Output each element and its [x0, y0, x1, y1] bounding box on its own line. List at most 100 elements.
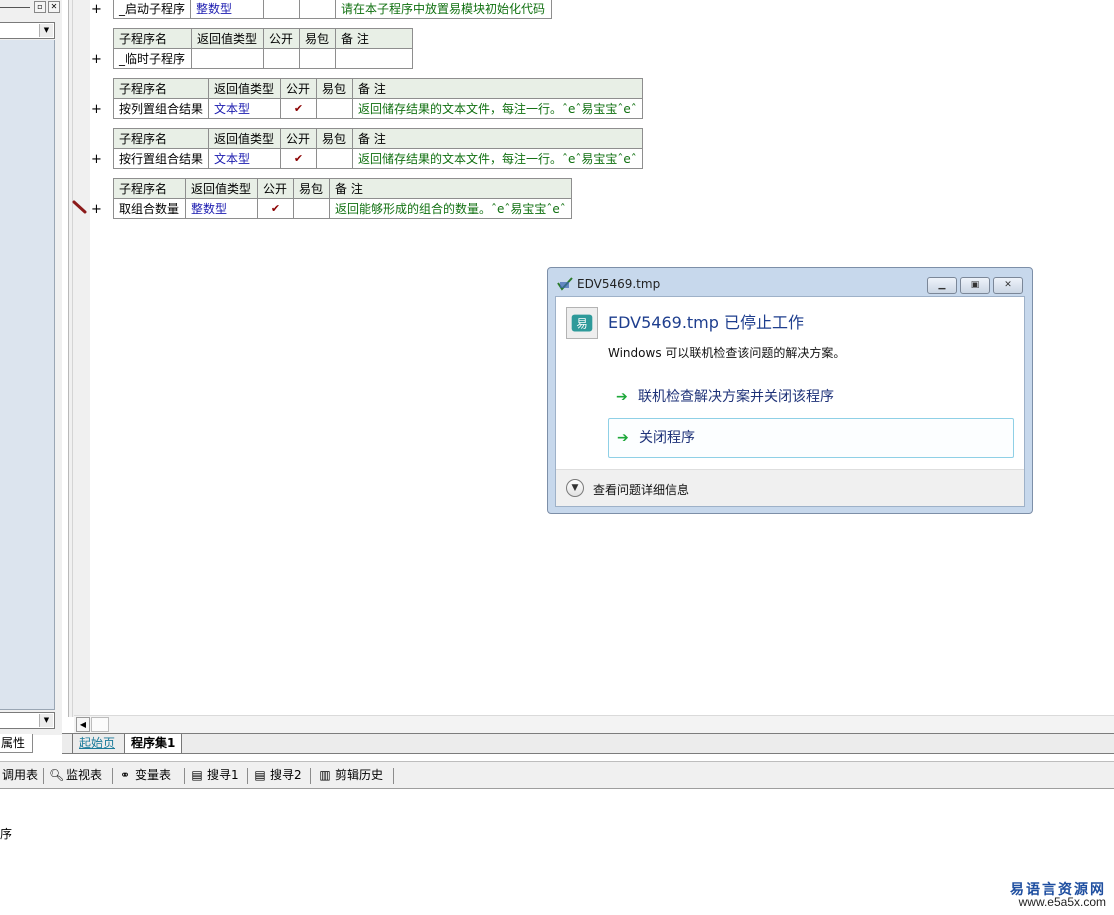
public-flag[interactable]: ✔	[280, 98, 318, 119]
header-return-type: 返回值类型	[191, 28, 264, 49]
header-remark: 备 注	[352, 78, 643, 99]
public-flag[interactable]: ✔	[257, 198, 294, 219]
public-flag[interactable]: ✔	[280, 148, 318, 169]
tab-start-page[interactable]: 起始页	[72, 734, 121, 753]
expand-toggle[interactable]: +	[91, 203, 102, 217]
search-document-icon: ▤	[254, 768, 266, 782]
close-panel-icon[interactable]: ✕	[48, 1, 60, 13]
table-row: _启动子程序 整数型 请在本子程序中放置易模块初始化代码	[112, 0, 553, 19]
table-header-row: 子程序名 返回值类型 公开 易包 备 注	[113, 28, 413, 49]
green-arrow-icon: ➔	[617, 430, 629, 446]
check-online-option[interactable]: ➔ 联机检查解决方案并关闭该程序	[608, 378, 1014, 418]
expand-toggle[interactable]: +	[91, 3, 102, 17]
restore-panel-icon[interactable]: ▫	[34, 1, 46, 13]
header-package: 易包	[293, 178, 330, 199]
subroutine-name[interactable]: _启动子程序	[112, 0, 192, 19]
remark[interactable]: 返回储存结果的文本文件，每注一行。ˆeˆ易宝宝ˆeˆ	[352, 98, 643, 119]
svg-text:易: 易	[576, 318, 587, 331]
dialog-footer: ▼ 查看问题详细信息	[556, 469, 1024, 506]
header-name: 子程序名	[113, 178, 186, 199]
tab-call-table[interactable]: 调用表	[2, 767, 38, 784]
tab-clip-history[interactable]: ▥ 剪辑历史	[318, 767, 383, 784]
header-public: 公开	[280, 78, 318, 99]
subroutine-table: 子程序名 返回值类型 公开 易包 备 注 _临时子程序	[113, 28, 413, 69]
table-row: _临时子程序	[113, 48, 413, 69]
tab-label: 变量表	[135, 768, 172, 782]
close-program-option[interactable]: ➔ 关闭程序	[608, 418, 1014, 458]
dialog-titlebar[interactable]: EDV5469.tmp ▁ ▣ ✕	[548, 268, 1032, 296]
tab-label: 搜寻2	[270, 768, 302, 782]
tab-watch-table[interactable]: 🔍︎ 监视表	[49, 767, 102, 784]
header-package: 易包	[299, 28, 336, 49]
return-type[interactable]: 文本型	[208, 148, 282, 169]
remark[interactable]	[335, 48, 413, 69]
public-flag[interactable]	[263, 48, 300, 69]
scroll-left-icon[interactable]: ◀	[76, 717, 90, 732]
left-panel-header: ▫ ✕	[0, 0, 62, 16]
package-flag[interactable]	[316, 98, 354, 119]
tab-variable-table[interactable]: ⚭ 变量表	[118, 767, 171, 784]
subroutine-table: 子程序名 返回值类型 公开 易包 备 注 取组合数量 整数型 ✔ 返回能够形成的…	[113, 178, 572, 219]
maximize-button[interactable]: ▣	[960, 277, 990, 294]
header-remark: 备 注	[352, 128, 643, 149]
table-row: 按行置组合结果 文本型 ✔ 返回储存结果的文本文件，每注一行。ˆeˆ易宝宝ˆeˆ	[112, 148, 643, 169]
header-return-type: 返回值类型	[208, 128, 282, 149]
remark[interactable]: 返回储存结果的文本文件，每注一行。ˆeˆ易宝宝ˆeˆ	[352, 148, 643, 169]
expand-toggle[interactable]: +	[91, 153, 102, 167]
package-flag[interactable]	[299, 0, 337, 19]
header-name: 子程序名	[113, 28, 192, 49]
header-public: 公开	[280, 128, 318, 149]
subroutine-table: 子程序名 返回值类型 公开 易包 备 注 按行置组合结果 文本型 ✔ 返回储存结…	[112, 128, 643, 169]
chevron-down-icon[interactable]: ▼	[39, 714, 53, 727]
watermark-url: www.e5a5x.com	[1018, 895, 1106, 909]
header-return-type: 返回值类型	[185, 178, 258, 199]
return-type[interactable]: 整数型	[185, 198, 258, 219]
dialog-heading: EDV5469.tmp 已停止工作	[608, 313, 805, 332]
left-panel-bottom-selector[interactable]: ▼	[0, 712, 55, 729]
remark[interactable]: 返回能够形成的组合的数量。ˆeˆ易宝宝ˆeˆ	[329, 198, 572, 219]
tab-label: 监视表	[66, 768, 103, 782]
chevron-down-icon[interactable]: ▼	[566, 479, 584, 497]
return-type[interactable]: 整数型	[190, 0, 265, 19]
header-return-type: 返回值类型	[208, 78, 282, 99]
tab-program-set-1[interactable]: 程序集1	[124, 734, 183, 753]
horizontal-scrollbar[interactable]: ◀	[74, 715, 1114, 733]
expand-toggle[interactable]: +	[91, 53, 102, 67]
left-panel-selector[interactable]: ▼	[0, 22, 55, 39]
option-label: 关闭程序	[639, 430, 695, 446]
view-details-link[interactable]: 查看问题详细信息	[593, 481, 689, 498]
current-line-marker-icon	[72, 200, 87, 214]
minimize-button[interactable]: ▁	[927, 277, 957, 294]
remark[interactable]: 请在本子程序中放置易模块初始化代码	[335, 0, 553, 19]
header-name: 子程序名	[112, 78, 210, 99]
return-type[interactable]	[191, 48, 264, 69]
editor-gutter	[68, 0, 90, 717]
tab-label: 搜寻1	[207, 768, 239, 782]
package-flag[interactable]	[316, 148, 354, 169]
subroutine-name[interactable]: 按列置组合结果	[112, 98, 210, 119]
error-dialog: EDV5469.tmp ▁ ▣ ✕ 易 EDV5469.tmp 已停止工作 Wi…	[547, 267, 1033, 514]
left-panel-tree[interactable]	[0, 40, 55, 710]
table-row: 取组合数量 整数型 ✔ 返回能够形成的组合的数量。ˆeˆ易宝宝ˆeˆ	[113, 198, 572, 219]
public-flag[interactable]	[263, 0, 301, 19]
properties-tab[interactable]: 属性	[0, 734, 33, 753]
subroutine-table: 子程序名 返回值类型 公开 易包 备 注 按列置组合结果 文本型 ✔ 返回储存结…	[112, 78, 643, 119]
scrollbar-thumb[interactable]	[91, 717, 109, 732]
package-flag[interactable]	[299, 48, 336, 69]
app-icon	[557, 277, 573, 291]
table-header-row: 子程序名 返回值类型 公开 易包 备 注	[112, 128, 643, 149]
package-flag[interactable]	[293, 198, 330, 219]
tab-search-1[interactable]: ▤ 搜寻1	[190, 767, 239, 784]
tab-label: 剪辑历史	[335, 768, 384, 782]
subroutine-name[interactable]: _临时子程序	[113, 48, 192, 69]
header-package: 易包	[316, 128, 354, 149]
return-type[interactable]: 文本型	[208, 98, 282, 119]
subroutine-name[interactable]: 按行置组合结果	[112, 148, 210, 169]
close-button[interactable]: ✕	[993, 277, 1023, 294]
expand-toggle[interactable]: +	[91, 103, 102, 117]
green-arrow-icon: ➔	[616, 389, 628, 405]
header-remark: 备 注	[329, 178, 572, 199]
tab-search-2[interactable]: ▤ 搜寻2	[253, 767, 302, 784]
chevron-down-icon[interactable]: ▼	[39, 24, 53, 37]
subroutine-name[interactable]: 取组合数量	[113, 198, 186, 219]
